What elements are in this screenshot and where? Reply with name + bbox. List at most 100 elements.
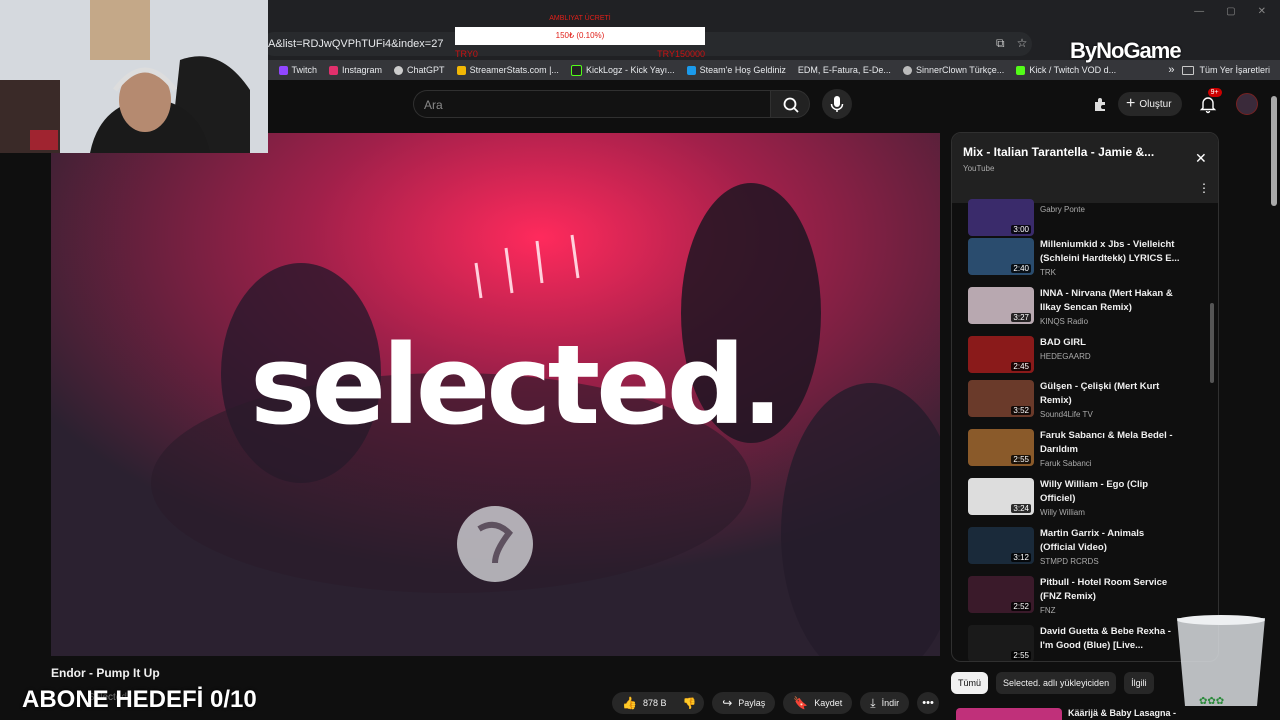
plus-icon: + [1126, 95, 1136, 112]
bookmark-streamerstats[interactable]: StreamerStats.com |... [456, 65, 559, 75]
bookmark-instagram[interactable]: Instagram [329, 65, 382, 75]
puzzle-icon[interactable] [1092, 96, 1108, 112]
video-thumbnail: 2:45 [968, 336, 1034, 373]
video-thumbnail: 3:52 [968, 380, 1034, 417]
duration-badge: 3:24 [1011, 504, 1031, 513]
search-input[interactable]: Ara [413, 90, 770, 118]
playlist-scrollbar[interactable] [1210, 303, 1214, 383]
webcam-overlay [0, 0, 268, 153]
playlist-item[interactable]: 3:12 Martin Garrix - Animals (Official V… [968, 527, 1208, 573]
duration-badge: 2:55 [1011, 651, 1031, 660]
channel-label: Sound4Life TV [1040, 410, 1093, 419]
playlist-item[interactable]: 2:55 Faruk Sabancı & Mela Bedel - Darıld… [968, 429, 1208, 475]
voice-search-button[interactable] [822, 89, 852, 119]
save-button[interactable]: 🔖 Kaydet [783, 692, 853, 714]
instagram-icon [329, 65, 339, 75]
video-title-label: David Guetta & Bebe Rexha - I'm Good (Bl… [1040, 626, 1171, 651]
playlist-item[interactable]: 3:52 Gülşen - Çelişki (Mert Kurt Remix) … [968, 380, 1208, 426]
duration-badge: 2:55 [1011, 455, 1031, 464]
minimize-icon[interactable]: — [1194, 6, 1204, 17]
bookmark-kicklogz[interactable]: KickLogz - Kick Yayı... [570, 64, 675, 76]
bookmark-twitch[interactable]: Twitch [278, 65, 317, 75]
duration-badge: 2:45 [1011, 362, 1031, 371]
duration-badge: 3:00 [1011, 225, 1031, 234]
video-thumbnail: 2:55 [968, 429, 1034, 466]
all-bookmarks[interactable]: Tüm Yer İşaretleri [1182, 65, 1270, 75]
bookmark-chatgpt[interactable]: ChatGPT [394, 65, 445, 75]
video-thumbnail: 3:12 [968, 527, 1034, 564]
streamerstats-icon [456, 65, 466, 75]
donation-goal-overlay: AMBLIYAT ÜCRETİ 150₺ (0.10%) TRY0 TRY150… [455, 13, 705, 63]
search-icon [783, 97, 799, 113]
channel-label: Gabry Ponte [1040, 205, 1085, 214]
goal-min: TRY0 [455, 49, 478, 59]
video-title-label: Gülşen - Çelişki (Mert Kurt Remix) [1040, 381, 1160, 406]
video-title-label: Faruk Sabancı & Mela Bedel - Darıldım [1040, 430, 1173, 455]
video-thumbnail: 2:55 [968, 625, 1034, 661]
duration-badge: 2:40 [1011, 264, 1031, 273]
like-button[interactable]: 👍 878 B [612, 692, 675, 714]
maximize-icon[interactable]: ▢ [1226, 6, 1235, 17]
playlist-item[interactable]: 3:24 Willy William - Ego (Clip Officiel)… [968, 478, 1208, 524]
goal-max: TRY150000 [657, 49, 705, 59]
folder-icon [1182, 65, 1195, 75]
channel-label: STMPD RCRDS [1040, 557, 1099, 566]
download-button[interactable]: ⤓ İndir [860, 692, 910, 714]
duration-badge: 3:27 [1011, 313, 1031, 322]
globe-icon [902, 65, 912, 75]
video-thumbnail: 3:27 [968, 287, 1034, 324]
chip-related[interactable]: İlgili [1124, 672, 1154, 694]
dislike-button[interactable]: 👎 [674, 692, 705, 714]
playlist-title[interactable]: Mix - Italian Tarantella - Jamie &... [963, 145, 1154, 159]
notification-badge: 9+ [1207, 88, 1222, 97]
video-actions: 👍 878 B 👎 ↪ Paylaş 🔖 Kaydet ⤓ İndir ••• [612, 692, 940, 714]
playlist-subtitle: YouTube [963, 164, 995, 173]
playlist-item[interactable]: 2:45 BAD GIRL HEDEGAARD [968, 336, 1208, 382]
video-title: Endor - Pump It Up [51, 666, 160, 680]
create-button[interactable]: + Oluştur [1118, 92, 1182, 116]
duration-badge: 3:52 [1011, 406, 1031, 415]
close-window-icon[interactable]: ✕ [1258, 6, 1266, 17]
chip-from-uploader[interactable]: Selected. adlı yükleyiciden [996, 672, 1117, 694]
video-title-label: Pitbull - Hotel Room Service (FNZ Remix) [1040, 577, 1168, 602]
video-thumbnail: 3:24 [968, 478, 1034, 515]
channel-label: HEDEGAARD [1040, 352, 1091, 361]
goal-title: AMBLIYAT ÜCRETİ [549, 15, 611, 22]
chip-all[interactable]: Tümü [951, 672, 989, 694]
bookmark-sinnerclown[interactable]: SinnerClown Türkçe... [902, 65, 1004, 75]
video-player[interactable]: selected. [51, 133, 940, 656]
share-button[interactable]: ↪ Paylaş [712, 692, 776, 714]
playlist-item[interactable]: 2:40 Milleniumkid x Jbs - Vielleicht (Sc… [968, 238, 1208, 284]
bookmark-star-icon[interactable]: ☆ [1017, 36, 1028, 51]
more-vert-icon[interactable]: ⋮ [1198, 181, 1210, 195]
cup-overlay: ✿✿✿ [1169, 614, 1273, 710]
more-actions-button[interactable]: ••• [917, 692, 940, 714]
bookmark-icon: 🔖 [793, 696, 809, 710]
video-thumbnail: 2:52 [968, 576, 1034, 613]
bookmark-kick-vod[interactable]: Kick / Twitch VOD d... [1016, 65, 1116, 75]
channel-label: Faruk Sabanci [1040, 459, 1092, 468]
bookmark-edm[interactable]: EDM, E-Fatura, E-De... [798, 65, 891, 75]
playlist-panel: Mix - Italian Tarantella - Jamie &... Yo… [951, 132, 1219, 662]
filter-chips: Tümü Selected. adlı yükleyiciden İlgili [951, 672, 1154, 694]
playlist-header: Mix - Italian Tarantella - Jamie &... Yo… [952, 133, 1218, 203]
close-icon[interactable]: ✕ [1195, 150, 1207, 167]
bell-icon [1199, 97, 1216, 114]
kicklogz-icon [570, 64, 582, 76]
chatgpt-icon [394, 65, 404, 75]
install-icon[interactable]: ⧉ [996, 36, 1005, 51]
notifications-button[interactable]: 9+ [1198, 88, 1222, 114]
url-text: A&list=RDJwQVPhTUFi4&index=27 [268, 38, 444, 50]
bookmarks-overflow[interactable]: » [1168, 64, 1174, 76]
video-thumbnail [956, 708, 1062, 720]
download-icon: ⤓ [870, 695, 876, 710]
page-scrollbar[interactable] [1271, 96, 1277, 206]
playlist-item[interactable]: 3:27 INNA - Nirvana (Mert Hakan & Ilkay … [968, 287, 1208, 333]
bynogame-logo: ByNoGame [1070, 38, 1182, 63]
search-button[interactable] [770, 90, 810, 118]
video-title-label: BAD GIRL [1040, 337, 1086, 348]
duration-badge: 2:52 [1011, 602, 1031, 611]
video-overlay-text: selected. [250, 321, 783, 449]
bookmark-steam[interactable]: Steam'e Hoş Geldiniz [686, 65, 786, 75]
avatar[interactable] [1235, 93, 1258, 115]
